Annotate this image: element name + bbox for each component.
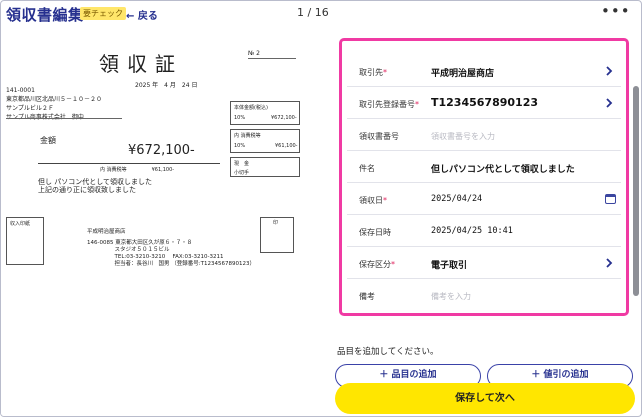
issuer-line: 担当者：長谷川 国男 （登録番号:T1234567890123） [87,261,255,267]
revenue-stamp-box: 収入印紙 [6,217,44,265]
field-vendor[interactable]: 取引先* 平成明治屋商店 [347,56,621,87]
recipient-underline [6,118,122,119]
seal-label: 印 [273,220,279,226]
field-value: 2025/04/25 10:41 [431,226,513,236]
field-label: 領収日* [359,196,387,205]
tax-title: 内 消費税等 [234,133,261,139]
scrollbar-thumb[interactable] [633,86,639,296]
receipt-subtotal-box: 本体金額(税込) 10% ¥672,100- [230,101,300,125]
receipt-tax-box: 内 消費税等 10% ¥61,100- [230,129,300,153]
chevron-right-icon [606,258,613,268]
receipt-preview-panel: 領収証 № 2 2025 年 4 月 24 日 141-0001 東京都品川区北… [1,27,331,416]
seal-box: 印 [260,217,294,253]
chevron-right-icon [606,98,613,108]
receipt-number-input[interactable]: 領収書番号を入力 [431,131,495,142]
back-button[interactable]: ← 戻る [126,7,158,22]
field-label: 保存日時 [359,228,391,237]
items-empty-message: 品目を追加してください。 [337,347,439,357]
issuer-line: 平成明治屋商店 [87,229,126,235]
issuer-line: TEL:03-3210-3210 FAX:03-3210-3211 [87,254,224,260]
field-value: 但しパソコン代として領収しました [431,165,575,175]
receipt-issuer-block: 平成明治屋商店 146-0085 東京都大田区久が原６・７・８ スタジオ５０１５… [87,229,255,268]
issuer-line: 146-0085 東京都大田区久が原６・７・８ [87,240,193,246]
description-line: 上記の通り正に領収致しました [38,186,136,194]
address-line: 東京都品川区北品川５－１０－２０ [6,96,103,103]
field-value: T1234567890123 [431,96,539,109]
subtotal-rate: 10% [234,115,246,121]
field-label: 領収書番号 [359,132,399,141]
receipt-recipient-address: 141-0001 東京都品川区北品川５－１０－２０ サンプルビル２Ｆ サンプル商… [6,86,102,122]
subtotal-value: ¥672,100- [271,115,297,121]
field-subject[interactable]: 件名 但しパソコン代として領収しました [347,152,621,183]
field-value: 電子取引 [431,261,468,271]
page-title: 領収書編集 [6,6,84,24]
field-saved-datetime: 保存日時 2025/04/25 10:41 [347,216,621,247]
address-line: サンプルビル２Ｆ [6,105,54,112]
field-storage-category[interactable]: 保存区分* 電子取引 [347,248,621,279]
cheque-label: 小切手 [234,170,250,176]
header-bar: 領収書編集 要チェック ← 戻る 1 / 16 ••• [1,1,641,27]
field-label: 保存区分* [359,260,395,269]
receipt-title: 領収証 [99,52,183,76]
address-line: 141-0001 [6,87,35,94]
receipt-amount: ¥672,100- [128,143,195,158]
field-receipt-date[interactable]: 領収日* 2025/04/24 [347,184,621,215]
chevron-right-icon [606,66,613,76]
receipt-tax-line: 内 消費税等 ¥61,100- [100,167,175,173]
field-label: 件名 [359,164,375,173]
receipt-number: № 2 [248,50,296,59]
field-label: 取引先* [359,68,387,77]
tax-rate: 10% [234,143,246,149]
more-menu-icon[interactable]: ••• [601,2,631,20]
receipt-description: 但し パソコン代として領収しました 上記の通り正に領収致しました [38,178,152,194]
receipt-payment-box: 現 金 小切手 [230,157,300,177]
stamp-label: 収入印紙 [10,221,31,227]
app-window: 領収書編集 要チェック ← 戻る 1 / 16 ••• 領収証 № 2 2025… [0,0,642,417]
receipt-date: 2025 年 4 月 24 日 [135,82,198,89]
receipt-form-card: 取引先* 平成明治屋商店 取引先登録番号* T1234567890123 領収書… [339,38,629,316]
receipt-image: 領収証 № 2 2025 年 4 月 24 日 141-0001 東京都品川区北… [4,45,322,285]
field-value: 2025/04/24 [431,194,483,204]
save-and-next-button[interactable]: 保存して次へ [335,383,635,414]
field-value: 平成明治屋商店 [431,69,495,79]
issuer-line: スタジオ５０１５ビル [87,247,170,253]
field-label: 備考 [359,292,375,301]
amount-underline [38,163,220,164]
status-badge: 要チェック [80,7,126,20]
field-notes[interactable]: 備考 備考を入力 [347,280,621,311]
cash-label: 現 金 [234,161,250,167]
field-label: 取引先登録番号* [359,100,419,109]
receipt-amount-label: 金額 [40,136,56,145]
description-line: 但し パソコン代として領収しました [38,178,153,186]
field-vendor-registration-number[interactable]: 取引先登録番号* T1234567890123 [347,88,621,119]
field-receipt-number[interactable]: 領収書番号 領収書番号を入力 [347,120,621,151]
notes-input[interactable]: 備考を入力 [431,291,471,302]
tax-value: ¥61,100- [275,143,298,149]
subtotal-title: 本体金額(税込) [234,105,268,111]
calendar-icon[interactable] [605,194,616,204]
page-counter: 1 / 16 [297,6,329,19]
